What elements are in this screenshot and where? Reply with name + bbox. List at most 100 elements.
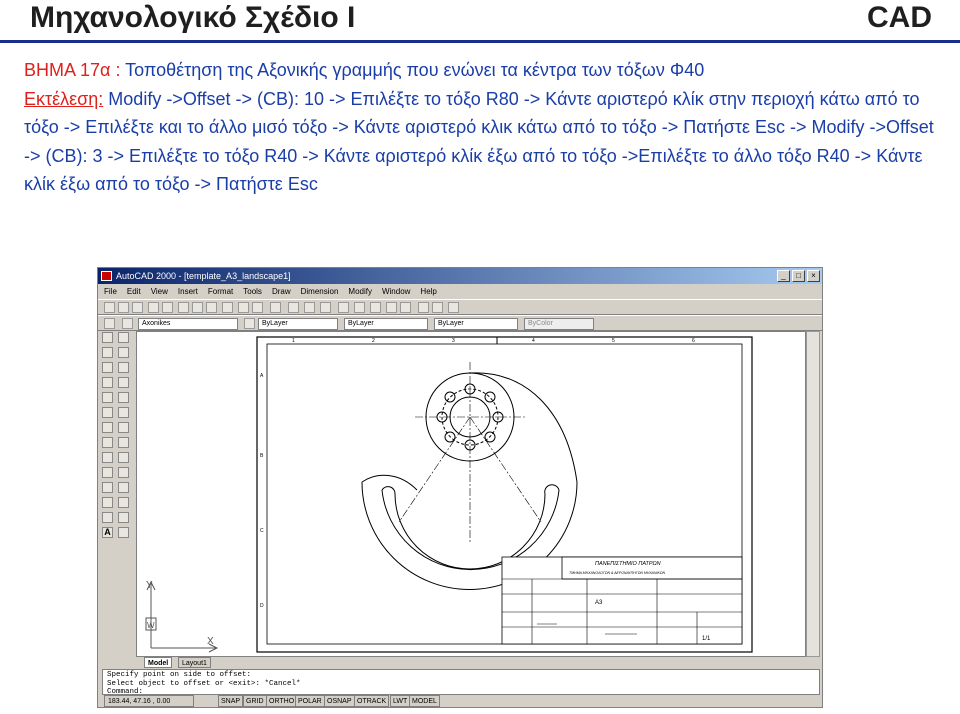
hyperlink-icon[interactable] (270, 302, 281, 313)
drawing-canvas: 1 2 3 4 5 6 A B C D ΠΑΝΕΠΙΣΤΗΜΙΟ ΠΑΤΡΩΝ … (145, 336, 753, 653)
step-label: ΒΗΜΑ 17α (24, 60, 111, 80)
model-button[interactable]: MODEL (409, 695, 440, 707)
redo-icon[interactable] (252, 302, 263, 313)
ucs-x-label: X (207, 636, 214, 647)
lightbulb-icon[interactable] (122, 318, 133, 329)
snap-from-icon[interactable] (288, 302, 299, 313)
trim-icon[interactable] (118, 482, 129, 493)
help-icon[interactable] (448, 302, 459, 313)
menu-file[interactable]: File (104, 285, 117, 299)
exec-label: Εκτέλεση: (24, 88, 104, 109)
scale-icon[interactable] (118, 437, 129, 448)
menu-modify[interactable]: Modify (348, 285, 372, 299)
break-icon[interactable] (118, 512, 129, 523)
undo-icon[interactable] (238, 302, 249, 313)
match-prop-icon[interactable] (222, 302, 233, 313)
properties-icon[interactable] (418, 302, 429, 313)
lwt-button[interactable]: LWT (390, 695, 411, 707)
command-line: Select object to offset or <exit>: *Canc… (107, 679, 301, 688)
titleblock-university: ΠΑΝΕΠΙΣΤΗΜΙΟ ΠΑΤΡΩΝ (595, 561, 661, 567)
maximize-button[interactable]: □ (792, 270, 805, 282)
pan-icon[interactable] (354, 302, 365, 313)
arc-icon[interactable] (102, 407, 113, 418)
step-separator: : (110, 60, 126, 80)
insert-block-icon[interactable] (102, 467, 113, 478)
chamfer-icon[interactable] (118, 527, 129, 538)
make-current-icon[interactable] (244, 318, 255, 329)
zoom-realtime-icon[interactable] (370, 302, 381, 313)
header-divider (0, 40, 960, 43)
command-window[interactable]: Specify point on side to offset: Select … (102, 669, 820, 696)
plotstyle-select[interactable]: ByColor (524, 318, 594, 330)
lengthen-icon[interactable] (118, 467, 129, 478)
distance-icon[interactable] (320, 302, 331, 313)
save-icon[interactable] (132, 302, 143, 313)
ortho-button[interactable]: ORTHO (266, 695, 298, 707)
snap-button[interactable]: SNAP (218, 695, 244, 707)
open-icon[interactable] (118, 302, 129, 313)
menu-dimension[interactable]: Dimension (301, 285, 339, 299)
line-icon[interactable] (102, 332, 113, 343)
menu-tools[interactable]: Tools (243, 285, 262, 299)
coordinates-display: 183.44, 47.16 , 0.00 (104, 695, 194, 707)
polyline-icon[interactable] (102, 362, 113, 373)
stretch-icon[interactable] (118, 452, 129, 463)
close-button[interactable]: × (807, 270, 820, 282)
copy-object-icon[interactable] (118, 347, 129, 358)
linetype-select[interactable]: ByLayer (344, 318, 428, 330)
copy-icon[interactable] (192, 302, 203, 313)
preview-icon[interactable] (162, 302, 173, 313)
new-icon[interactable] (104, 302, 115, 313)
grid-button[interactable]: GRID (243, 695, 267, 707)
menu-edit[interactable]: Edit (127, 285, 141, 299)
redraw-icon[interactable] (338, 302, 349, 313)
drawing-area[interactable]: 1 2 3 4 5 6 A B C D ΠΑΝΕΠΙΣΤΗΜΙΟ ΠΑΤΡΩΝ … (136, 331, 806, 657)
layer-select[interactable]: Axonikes (138, 318, 238, 330)
border-number: 1 (292, 338, 295, 344)
extend-icon[interactable] (118, 497, 129, 508)
color-select[interactable]: ByLayer (258, 318, 338, 330)
titleblock-department: ΤΜΗΜΑ ΜΗΧΑΝΟΛΟΓΩΝ & ΑΕΡΟΝΑΥΠΗΓΩΝ ΜΗΧΑΝΙΚ… (569, 571, 666, 575)
spline-icon[interactable] (102, 437, 113, 448)
menu-format[interactable]: Format (208, 285, 233, 299)
polar-button[interactable]: POLAR (295, 695, 325, 707)
polygon-icon[interactable] (102, 377, 113, 388)
otrack-button[interactable]: OTRACK (354, 695, 390, 707)
zoom-previous-icon[interactable] (400, 302, 411, 313)
cut-icon[interactable] (178, 302, 189, 313)
tab-layout1[interactable]: Layout1 (178, 657, 211, 668)
lineweight-select[interactable]: ByLayer (434, 318, 518, 330)
mtext-icon[interactable]: A (102, 527, 113, 538)
paste-icon[interactable] (206, 302, 217, 313)
point-icon[interactable] (102, 497, 113, 508)
ucs-icon[interactable] (304, 302, 315, 313)
mirror-icon[interactable] (118, 362, 129, 373)
make-block-icon[interactable] (102, 482, 113, 493)
exec-text: Modify ->Offset -> (CB): 10 -> Επιλέξτε … (24, 88, 934, 195)
vertical-scrollbar[interactable] (806, 331, 820, 657)
zoom-window-icon[interactable] (386, 302, 397, 313)
hatch-icon[interactable] (102, 512, 113, 523)
osnap-button[interactable]: OSNAP (324, 695, 355, 707)
array-icon[interactable] (118, 392, 129, 403)
layer-manager-icon[interactable] (104, 318, 115, 329)
title-block: ΠΑΝΕΠΙΣΤΗΜΙΟ ΠΑΤΡΩΝ ΤΜΗΜΑ ΜΗΧΑΝΟΛΟΓΩΝ & … (501, 556, 743, 645)
erase-icon[interactable] (118, 332, 129, 343)
tab-model[interactable]: Model (144, 657, 173, 668)
circle-icon[interactable] (102, 422, 113, 433)
minimize-button[interactable]: _ (777, 270, 790, 282)
ellipse-icon[interactable] (102, 452, 113, 463)
rotate-icon[interactable] (118, 422, 129, 433)
move-icon[interactable] (118, 407, 129, 418)
menu-insert[interactable]: Insert (178, 285, 198, 299)
command-line: Specify point on side to offset: (107, 671, 252, 679)
menu-help[interactable]: Help (420, 285, 436, 299)
xline-icon[interactable] (102, 347, 113, 358)
design-center-icon[interactable] (432, 302, 443, 313)
print-icon[interactable] (148, 302, 159, 313)
offset-icon[interactable] (118, 377, 129, 388)
menu-view[interactable]: View (151, 285, 168, 299)
menu-window[interactable]: Window (382, 285, 410, 299)
rectangle-icon[interactable] (102, 392, 113, 403)
menu-draw[interactable]: Draw (272, 285, 291, 299)
